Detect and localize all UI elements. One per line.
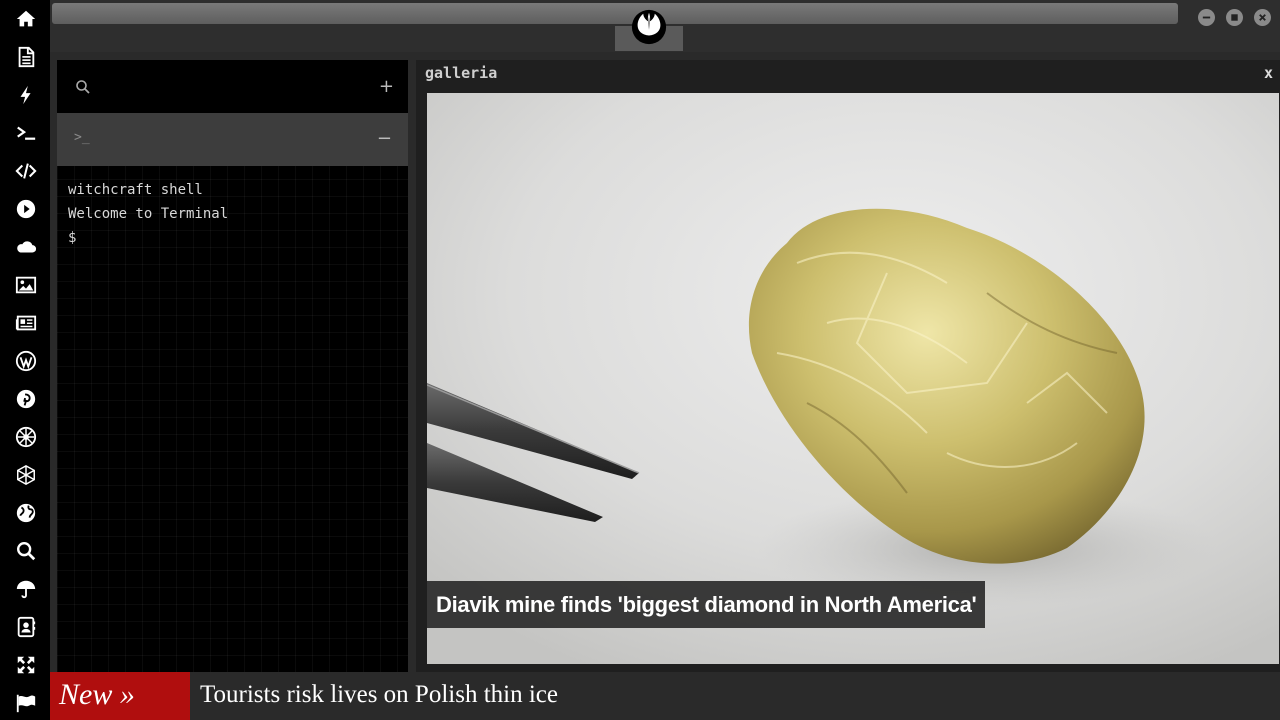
terminal-line: Welcome to Terminal (68, 206, 229, 222)
image-icon[interactable] (13, 272, 39, 298)
play-icon[interactable] (13, 196, 39, 222)
rebel-alliance-icon[interactable] (630, 8, 668, 46)
collapse-session-button[interactable]: − (377, 128, 392, 149)
terminal-session-tab[interactable]: >_ − (57, 113, 408, 166)
app-sidebar (0, 0, 50, 720)
terminal-prompt[interactable]: $ (68, 226, 398, 250)
terminal-output[interactable]: witchcraft shell Welcome to Terminal $ (68, 178, 398, 250)
ticker-badge: New » (50, 672, 190, 720)
globe-icon[interactable] (13, 500, 39, 526)
gallery-title: galleria (425, 64, 498, 82)
cloud-icon[interactable] (13, 234, 39, 260)
maximize-icon[interactable] (1226, 9, 1243, 26)
wordpress-icon[interactable] (13, 348, 39, 374)
terminal-prompt-icon: >_ (74, 130, 90, 145)
code-icon[interactable] (13, 158, 39, 184)
terminal-search-bar[interactable]: + (57, 60, 408, 113)
newspaper-icon[interactable] (13, 310, 39, 336)
pinterest-icon[interactable] (13, 386, 39, 412)
ticker-headline[interactable]: Tourists risk lives on Polish thin ice (200, 672, 558, 720)
galactic-republic-icon[interactable] (13, 424, 39, 450)
expand-icon[interactable] (13, 652, 39, 678)
terminal-icon[interactable] (13, 120, 39, 146)
gallery-caption[interactable]: Diavik mine finds 'biggest diamond in No… (427, 581, 986, 628)
terminal-panel: + >_ − witchcraft shell Welcome to Termi… (57, 60, 408, 672)
news-ticker: New » Tourists risk lives on Polish thin… (50, 672, 1280, 720)
hexagon-network-icon[interactable] (13, 462, 39, 488)
flag-icon[interactable] (13, 690, 39, 716)
close-icon[interactable] (1254, 9, 1271, 26)
terminal-line: witchcraft shell (68, 182, 203, 198)
document-icon[interactable] (13, 44, 39, 70)
search-icon[interactable] (75, 79, 91, 95)
gallery-photo[interactable] (427, 93, 1279, 664)
gallery-panel: galleria x Diavik mine finds 'biggest di… (416, 60, 1280, 672)
lightning-icon[interactable] (13, 82, 39, 108)
home-icon[interactable] (13, 6, 39, 32)
address-bar[interactable] (52, 3, 1178, 24)
add-session-button[interactable]: + (379, 76, 394, 97)
search-icon[interactable] (13, 538, 39, 564)
top-bar (50, 0, 1280, 52)
umbrella-icon[interactable] (13, 576, 39, 602)
gallery-close-button[interactable]: x (1264, 64, 1273, 82)
contacts-icon[interactable] (13, 614, 39, 640)
minimize-icon[interactable] (1198, 9, 1215, 26)
